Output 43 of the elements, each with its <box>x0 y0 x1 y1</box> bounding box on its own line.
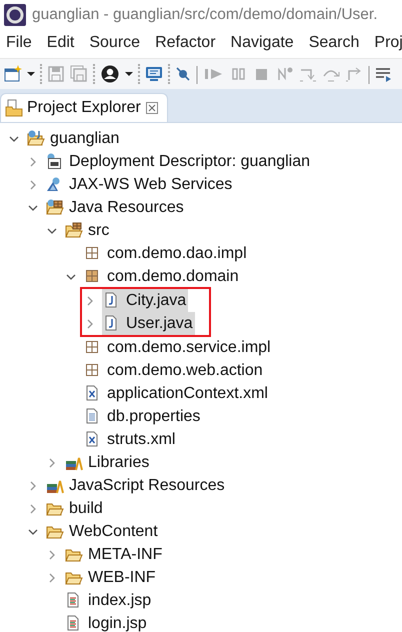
java-resources-icon <box>46 199 64 216</box>
tree-item[interactable]: build <box>45 497 105 520</box>
tree-item[interactable]: WEB-INF <box>64 566 158 589</box>
toolbar-divider <box>195 64 199 84</box>
tree-item[interactable]: Libraries <box>64 451 152 474</box>
person-icon[interactable] <box>99 64 121 84</box>
source-folder-icon <box>65 222 83 239</box>
menu-item[interactable]: Source <box>89 34 140 52</box>
tree-item[interactable]: Java Resources <box>45 196 186 219</box>
tree-item[interactable]: struts.xml <box>83 428 178 451</box>
tree-item[interactable]: com.demo.web.action <box>83 359 265 382</box>
tree-item[interactable]: com.demo.dao.impl <box>83 242 249 265</box>
tree-item[interactable]: JAX-WS Web Services <box>45 173 234 196</box>
menu-item[interactable]: Refactor <box>155 34 216 52</box>
monitor-icon[interactable] <box>144 64 164 84</box>
menu-item[interactable]: Edit <box>46 34 74 52</box>
menu-item[interactable]: File <box>6 34 32 52</box>
tree-item[interactable]: index.jsp <box>64 589 154 612</box>
new-window-icon[interactable] <box>3 64 23 84</box>
close-icon[interactable] <box>144 101 159 115</box>
tree-item[interactable]: src <box>64 219 112 242</box>
tree-item[interactable]: guanglian <box>26 127 122 150</box>
tree-item[interactable]: db.properties <box>83 405 202 428</box>
tree-item[interactable]: WebContent <box>45 520 160 543</box>
tree-item[interactable]: City.java <box>102 289 188 312</box>
menu-item[interactable]: Search <box>308 34 360 52</box>
tree-item[interactable]: Deployment Descriptor: guanglian <box>45 150 312 173</box>
tree-item[interactable]: login.jsp <box>64 612 149 632</box>
menu-item[interactable]: Navigate <box>230 34 294 52</box>
descriptor-icon <box>46 153 64 170</box>
tree-item[interactable]: META-INF <box>64 543 164 566</box>
tree-item[interactable]: com.demo.domain <box>83 265 241 288</box>
tree-item[interactable]: com.demo.service.impl <box>83 336 273 359</box>
app-icon <box>4 4 26 26</box>
explorer-icon <box>5 99 23 117</box>
tree-item[interactable]: User.java <box>102 312 195 335</box>
menu-item[interactable]: Proj <box>374 34 402 52</box>
project-icon <box>27 130 45 147</box>
toolbar-divider <box>367 64 371 84</box>
tree-item[interactable]: JavaScript Resources <box>45 474 227 497</box>
project-explorer-tab[interactable]: Project Explorer <box>0 93 168 122</box>
window-title: guanglian - guanglian/src/com/demo/domain/User. <box>32 6 378 24</box>
tree-item[interactable]: applicationContext.xml <box>83 382 270 405</box>
